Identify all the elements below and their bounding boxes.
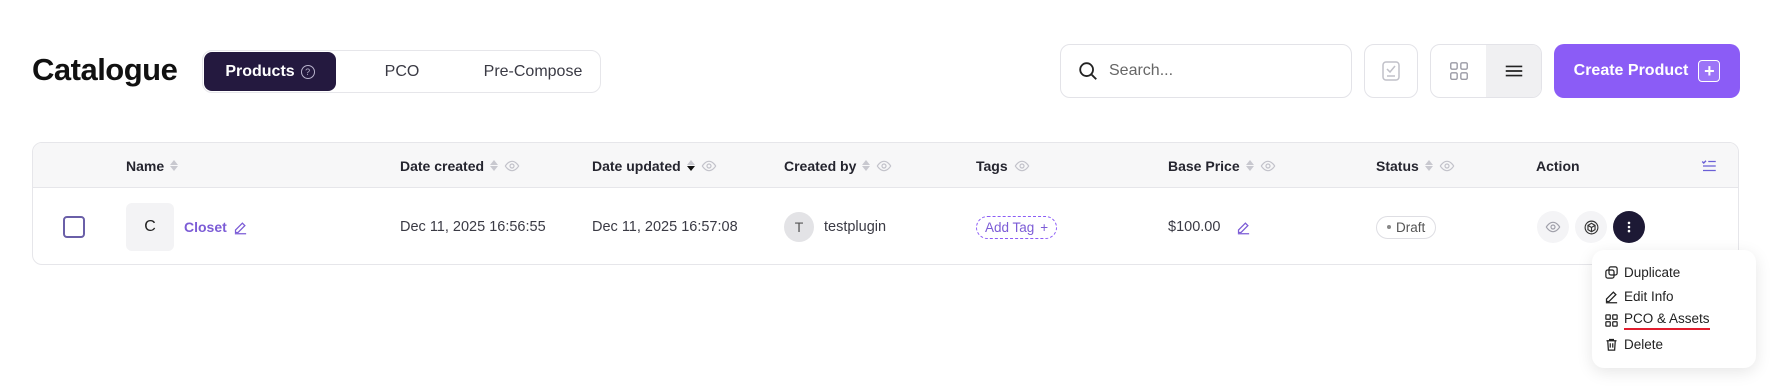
sort-icon[interactable] [1424,160,1433,171]
eye-icon[interactable] [1439,158,1455,174]
base-price-cell: $100.00 [1168,189,1251,264]
more-actions-button[interactable] [1613,211,1645,243]
product-name: Closet [184,219,227,235]
column-name[interactable]: Name [126,143,179,188]
menu-item-duplicate[interactable]: Duplicate [1604,260,1744,284]
column-base-price[interactable]: Base Price [1168,143,1276,188]
menu-item-label: PCO & Assets [1624,310,1710,330]
column-base-price-label: Base Price [1168,157,1240,174]
more-vertical-icon [1627,221,1631,233]
tab-products[interactable]: Products ? [204,52,336,91]
tab-pco[interactable]: PCO [336,52,468,91]
menu-item-label: Edit Info [1624,288,1674,304]
column-date-updated[interactable]: Date updated [592,143,717,188]
export-button[interactable] [1364,44,1418,98]
menu-item-label: Duplicate [1624,264,1681,280]
column-tags[interactable]: Tags [976,143,1030,188]
column-created-by[interactable]: Created by [784,143,892,188]
plus-icon: + [1698,60,1721,82]
column-settings-button[interactable] [1700,143,1718,188]
column-status-label: Status [1376,157,1419,174]
column-status[interactable]: Status [1376,143,1455,188]
column-action: Action [1536,143,1580,188]
eye-icon[interactable] [876,158,892,174]
search-icon [1079,62,1097,80]
menu-item-label: Delete [1624,336,1664,352]
menu-item-pco-assets[interactable]: PCO & Assets [1604,308,1744,332]
help-icon[interactable]: ? [300,64,315,79]
list-icon [1505,65,1522,77]
sort-icon[interactable] [862,160,871,171]
row-checkbox[interactable] [63,216,85,238]
status-badge: Draft [1376,215,1437,239]
date-updated-cell: Dec 11, 2025 16:57:08 [592,219,738,235]
pencil-icon [1605,290,1618,303]
grid-icon [1605,313,1618,327]
sort-icon[interactable] [1245,160,1254,171]
view-toggle [1430,44,1542,98]
sort-desc-icon[interactable] [686,160,695,171]
add-tag-label: Add Tag [985,219,1035,235]
preview-button[interactable] [1537,211,1569,243]
avatar: T [784,212,814,242]
trash-icon [1606,338,1617,351]
sort-icon[interactable] [170,160,179,171]
column-date-created-label: Date created [400,157,485,174]
column-settings-icon [1701,159,1716,171]
eye-icon[interactable] [1014,158,1030,174]
pencil-icon[interactable] [1236,220,1251,235]
column-name-label: Name [126,157,165,174]
menu-item-delete[interactable]: Delete [1604,332,1744,356]
name-cell: C Closet [126,189,248,264]
plus-icon: + [1040,219,1049,235]
search-box[interactable] [1060,44,1352,98]
column-action-label: Action [1536,157,1580,174]
date-created-cell: Dec 11, 2025 16:56:55 [400,219,546,235]
search-input[interactable] [1109,62,1329,80]
add-tag-button[interactable]: Add Tag + [976,215,1058,239]
eye-icon[interactable] [701,158,717,174]
eye-icon [1545,221,1561,233]
column-created-by-label: Created by [784,157,857,174]
row-select[interactable] [63,189,85,264]
list-view-button[interactable] [1486,45,1541,97]
created-by-cell: T testplugin [784,189,887,264]
table-row[interactable]: C Closet Dec 11, 2025 16:56:55 Dec 11, 2… [33,189,1738,264]
table-header: Name Date created Date updated Created b… [33,143,1738,188]
status-dot [1387,225,1391,229]
tab-products-label: Products [225,62,295,80]
column-date-updated-label: Date updated [592,157,681,174]
sort-icon[interactable] [490,160,499,171]
tags-cell: Add Tag + [976,189,1058,264]
create-product-button[interactable]: Create Product + [1554,44,1740,98]
base-price-value: $100.00 [1168,219,1221,235]
export-icon [1382,61,1400,81]
column-tags-label: Tags [976,157,1008,174]
pencil-icon[interactable] [233,220,248,235]
cube-icon [1584,220,1598,234]
menu-item-edit-info[interactable]: Edit Info [1604,284,1744,308]
create-product-label: Create Product [1573,62,1689,79]
column-date-created[interactable]: Date created [400,143,520,188]
3d-view-button[interactable] [1575,211,1607,243]
products-table: Name Date created Date updated Created b… [32,142,1739,265]
copy-icon [1605,265,1618,279]
tab-pre-compose[interactable]: Pre-Compose [468,52,598,91]
creator-name: testplugin [824,219,887,235]
product-name-link[interactable]: Closet [184,219,248,235]
status-cell: Draft [1376,189,1437,264]
grid-icon [1449,62,1468,80]
product-thumbnail: C [126,203,174,251]
action-menu: Duplicate Edit Info PCO & Assets Delete [1592,250,1756,368]
catalogue-tabs: Products ? PCO Pre-Compose [202,50,601,93]
status-label: Draft [1396,219,1426,235]
eye-icon[interactable] [504,158,520,174]
eye-icon[interactable] [1260,158,1276,174]
page-title: Catalogue [32,52,178,87]
grid-view-button[interactable] [1431,45,1486,97]
